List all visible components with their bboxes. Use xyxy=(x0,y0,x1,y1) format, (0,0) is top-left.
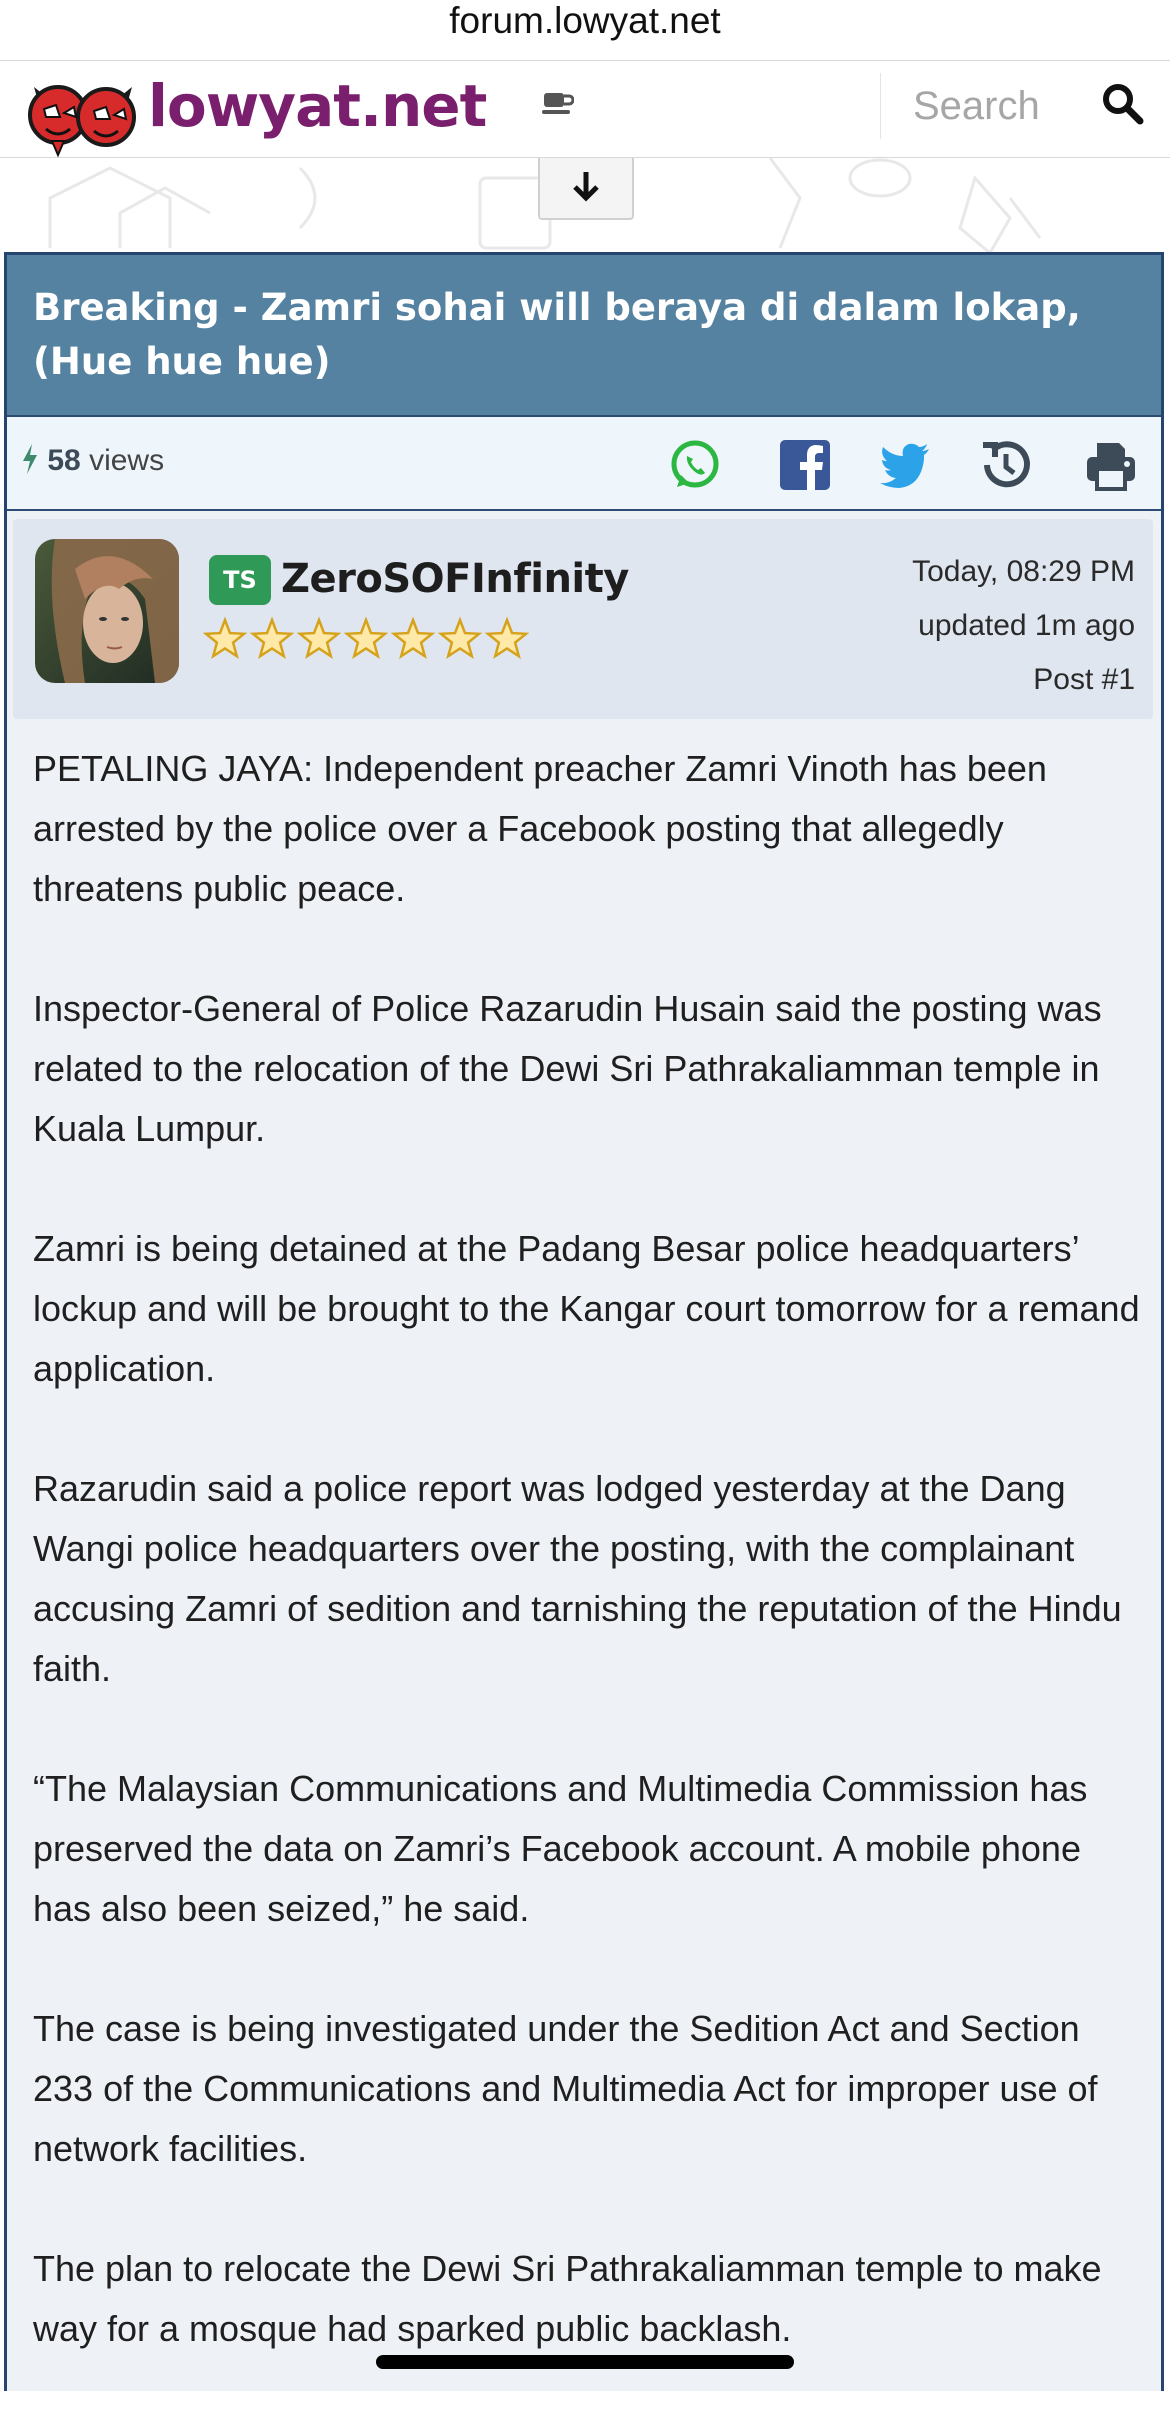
views-count: 58 xyxy=(47,444,81,477)
post-number-link[interactable]: Post #1 xyxy=(912,653,1135,707)
post-updated: updated 1m ago xyxy=(918,609,1135,642)
url-text: forum.lowyat.net xyxy=(449,0,721,41)
history-icon[interactable] xyxy=(977,437,1033,493)
post-paragraph: The case is being investigated under the… xyxy=(33,2008,1098,2169)
post-paragraph: “The Malaysian Communications and Multim… xyxy=(33,1768,1088,1929)
post-header: TS ZeroSOFInfinity Today, 08:29 PM updat… xyxy=(13,519,1153,719)
print-icon[interactable] xyxy=(1083,437,1139,493)
post-body: PETALING JAYA: Independent preacher Zamr… xyxy=(33,739,1143,2419)
rank-star-icon xyxy=(390,616,436,660)
site-logo[interactable]: lowyat.net xyxy=(24,65,504,157)
site-header: lowyat.net xyxy=(0,61,1170,159)
post-paragraph: Razarudin said a police report was lodge… xyxy=(33,1468,1122,1689)
rank-star-icon xyxy=(437,616,483,660)
post-meta: Today, 08:29 PM updated 1m ago Post #1 xyxy=(912,545,1135,707)
home-indicator[interactable] xyxy=(376,2355,794,2369)
post-paragraph: Inspector-General of Police Razarudin Hu… xyxy=(33,988,1102,1149)
post-date: Today, 08:29 PM xyxy=(912,555,1135,588)
post-paragraph: Zamri is being detained at the Padang Be… xyxy=(33,1228,1140,1389)
rank-stars xyxy=(202,615,543,665)
search-input[interactable] xyxy=(880,73,1113,139)
topic-starter-badge: TS xyxy=(209,555,271,605)
views-label: views xyxy=(89,444,165,477)
logo-wordmark: lowyat.net xyxy=(148,72,487,140)
browser-url-bar[interactable]: forum.lowyat.net xyxy=(0,0,1170,61)
whatsapp-icon[interactable] xyxy=(667,437,723,493)
views-counter: 58 views xyxy=(21,443,164,479)
lightning-icon xyxy=(23,444,37,474)
arrow-down-icon xyxy=(573,172,599,202)
scroll-down-button[interactable] xyxy=(538,158,634,220)
topic-meta-row: 58 views xyxy=(7,415,1161,511)
topic-title: Breaking - Zamri sohai will beraya di da… xyxy=(7,255,1161,415)
post-paragraph: The plan to relocate the Dewi Sri Pathra… xyxy=(33,2248,1102,2349)
topic-container: Breaking - Zamri sohai will beraya di da… xyxy=(4,252,1164,2391)
rank-star-icon xyxy=(484,616,530,660)
rank-star-icon xyxy=(249,616,295,660)
mascot-logo-icon xyxy=(28,85,136,157)
coffee-cup-icon[interactable] xyxy=(542,89,574,117)
rank-star-icon xyxy=(343,616,389,660)
username-link[interactable]: ZeroSOFInfinity xyxy=(281,551,629,607)
user-avatar[interactable] xyxy=(35,539,179,683)
rank-star-icon xyxy=(296,616,342,660)
rank-star-icon xyxy=(202,616,248,660)
twitter-icon[interactable] xyxy=(877,437,933,493)
search-icon[interactable] xyxy=(1098,79,1148,129)
post-paragraph: PETALING JAYA: Independent preacher Zamr… xyxy=(33,748,1047,909)
facebook-icon[interactable] xyxy=(777,437,833,493)
